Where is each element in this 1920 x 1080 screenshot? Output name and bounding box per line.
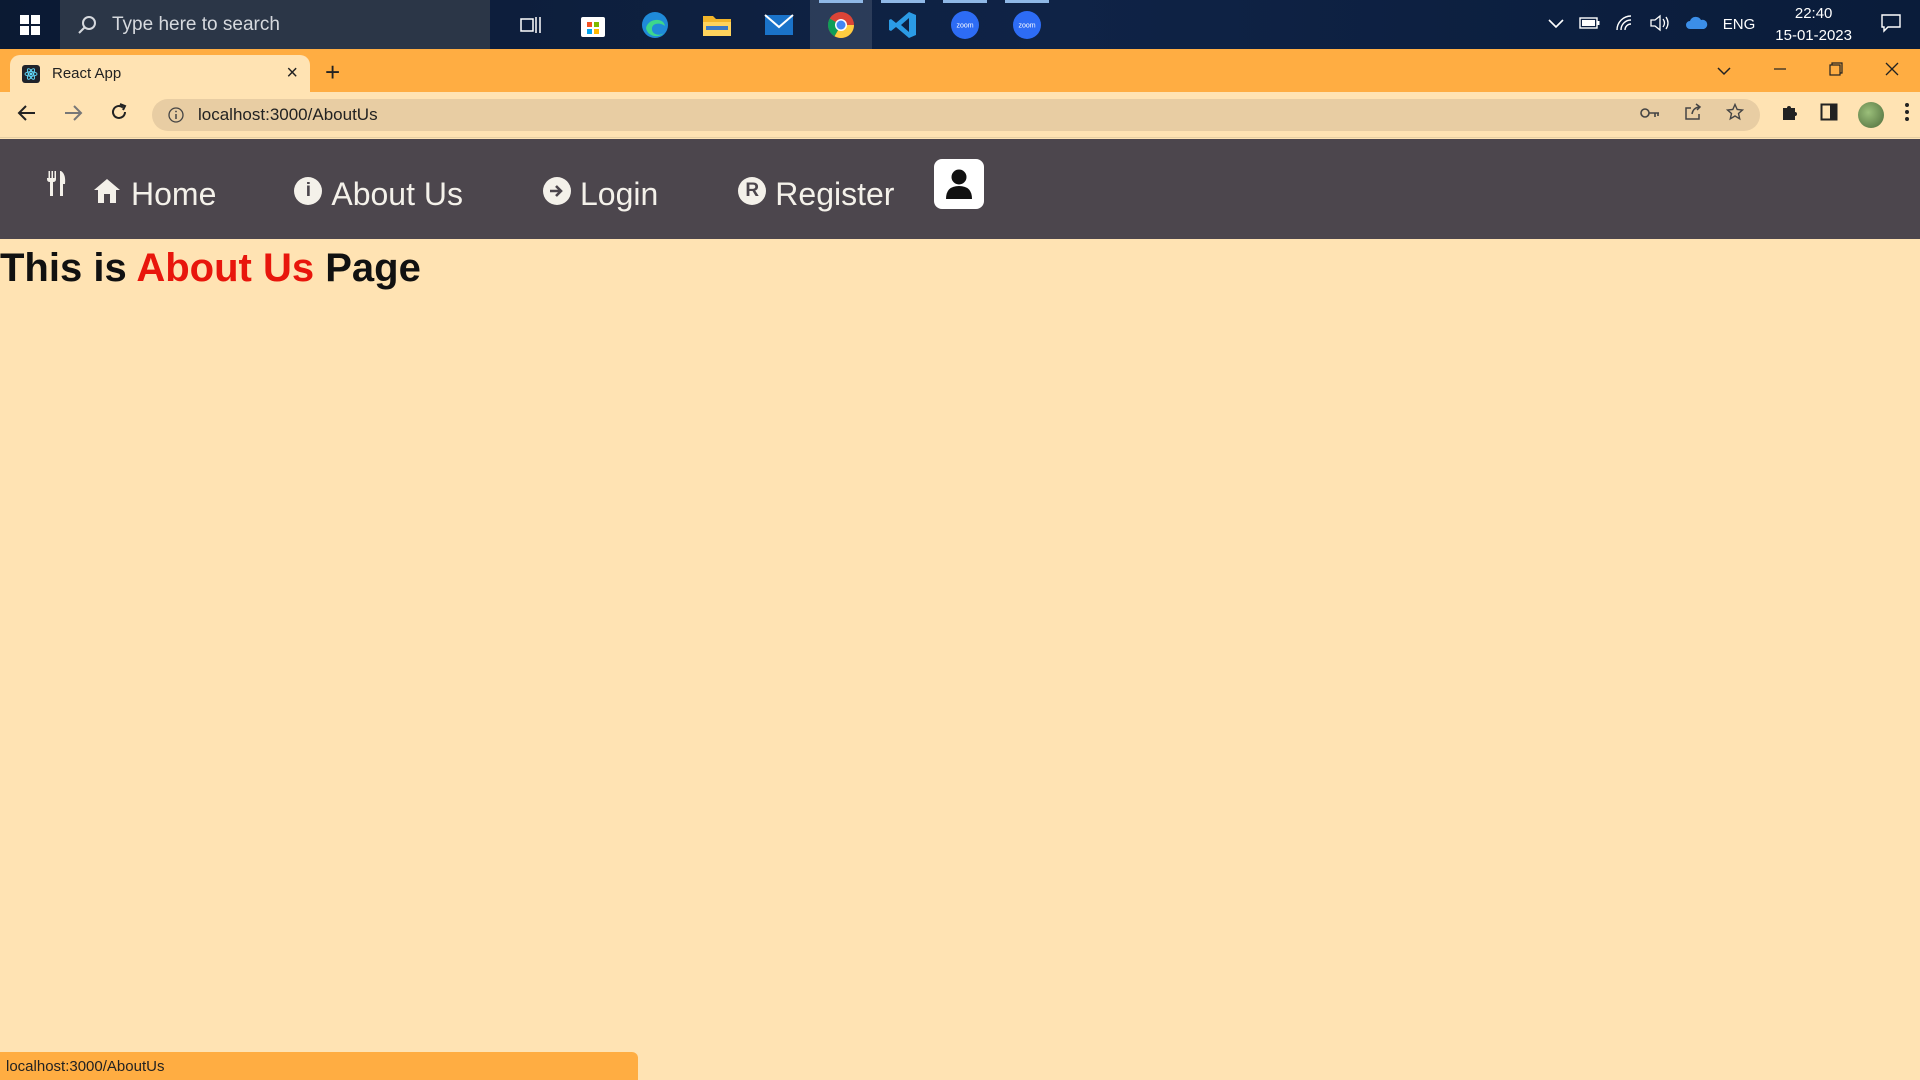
browser-tab-strip: React App × + [0, 49, 1920, 92]
taskbar-app-edge[interactable] [624, 0, 686, 49]
battery-icon[interactable] [1579, 16, 1601, 34]
browser-toolbar: localhost:3000/AboutUs [0, 92, 1920, 138]
chrome-icon [827, 11, 855, 38]
notification-center-icon[interactable] [1880, 13, 1902, 37]
taskbar: Type here to search zoom zoom ENG 22:40 … [0, 0, 1920, 49]
nav-home-label: Home [131, 175, 217, 212]
search-icon [78, 15, 96, 34]
status-url: localhost:3000/AboutUs [6, 1057, 165, 1075]
taskbar-app-explorer[interactable] [686, 0, 748, 49]
app-navbar: Home i About Us Login R Register [0, 139, 1920, 239]
heading-accent: About Us [136, 246, 315, 290]
svg-text:zoom: zoom [1018, 22, 1035, 29]
close-window-button[interactable] [1864, 60, 1920, 81]
nav-about-us-label: About Us [331, 175, 463, 212]
language-indicator[interactable]: ENG [1723, 16, 1756, 33]
more-menu-icon[interactable] [1904, 102, 1910, 128]
address-url: localhost:3000/AboutUs [198, 104, 378, 124]
window-controls [1696, 49, 1920, 92]
tab-title: React App [52, 65, 122, 82]
home-icon [92, 176, 122, 213]
folder-icon [703, 15, 731, 36]
forward-button[interactable] [60, 102, 86, 128]
link-status-bubble: localhost:3000/AboutUs [0, 1052, 638, 1080]
mail-icon [764, 13, 794, 35]
nav-login-label: Login [579, 175, 659, 212]
task-view-icon [520, 16, 541, 33]
nav-home[interactable]: Home [92, 176, 216, 213]
extensions-puzzle-icon[interactable] [1780, 102, 1800, 128]
arrow-left-icon [17, 104, 35, 121]
restore-button[interactable] [1808, 60, 1864, 81]
page-heading: This is About Us Page [0, 246, 421, 291]
back-button[interactable] [14, 102, 40, 128]
zoom-icon: zoom [1013, 10, 1041, 39]
registered-icon: R [738, 177, 767, 205]
windows-start-button[interactable] [0, 0, 60, 49]
system-tray: ENG 22:40 15-01-2023 [1547, 3, 1920, 47]
microsoft-store-icon [581, 16, 605, 37]
new-tab-button[interactable]: + [325, 57, 340, 87]
chevron-up-icon[interactable] [1547, 16, 1565, 33]
minimize-button[interactable] [1752, 60, 1808, 81]
star-icon[interactable] [1725, 102, 1745, 126]
utensils-logo-icon[interactable] [42, 164, 70, 204]
user-icon [946, 169, 973, 199]
wifi-icon[interactable] [1615, 14, 1635, 36]
nav-login[interactable]: Login [542, 175, 659, 213]
clock-date: 15-01-2023 [1775, 26, 1852, 44]
reload-icon [112, 102, 127, 119]
site-info-icon[interactable] [168, 106, 184, 123]
browser-tab-active[interactable]: React App × [10, 55, 310, 92]
onedrive-icon[interactable] [1685, 15, 1709, 35]
profile-avatar[interactable] [1858, 101, 1884, 128]
svg-text:zoom: zoom [956, 22, 973, 29]
clock-time: 22:40 [1794, 4, 1833, 22]
taskbar-search-placeholder: Type here to search [112, 13, 280, 35]
edge-icon [642, 11, 668, 38]
share-icon[interactable] [1684, 103, 1702, 126]
taskbar-app-zoom-1[interactable]: zoom [934, 0, 996, 49]
nav-register[interactable]: R Register [738, 176, 894, 213]
login-icon [542, 177, 571, 205]
arrow-right-icon [65, 104, 83, 121]
user-profile-button[interactable] [934, 159, 985, 209]
clock[interactable]: 22:40 15-01-2023 [1775, 3, 1852, 47]
address-bar[interactable]: localhost:3000/AboutUs [152, 98, 1760, 131]
info-icon: i [294, 177, 323, 205]
taskbar-search-box[interactable]: Type here to search [60, 0, 490, 49]
taskbar-app-zoom-2[interactable]: zoom [996, 0, 1058, 49]
tab-search-chevron-icon[interactable] [1696, 60, 1752, 81]
vscode-icon [889, 11, 916, 38]
zoom-icon: zoom [951, 10, 979, 39]
key-icon[interactable] [1640, 103, 1660, 126]
nav-register-label: Register [775, 175, 895, 212]
react-favicon-icon [22, 64, 40, 83]
taskbar-app-vscode[interactable] [872, 0, 934, 49]
side-panel-icon[interactable] [1820, 103, 1838, 127]
tab-close-icon[interactable]: × [286, 62, 298, 85]
task-view-button[interactable] [500, 0, 562, 49]
nav-about-us[interactable]: i About Us [294, 176, 463, 213]
volume-icon[interactable] [1649, 14, 1671, 36]
taskbar-app-chrome[interactable] [810, 0, 872, 49]
windows-logo-icon [20, 14, 40, 35]
taskbar-app-store[interactable] [562, 0, 624, 49]
heading-prefix: This is [0, 246, 137, 290]
taskbar-app-mail[interactable] [748, 0, 810, 49]
heading-suffix: Page [314, 246, 421, 290]
reload-button[interactable] [106, 102, 132, 128]
